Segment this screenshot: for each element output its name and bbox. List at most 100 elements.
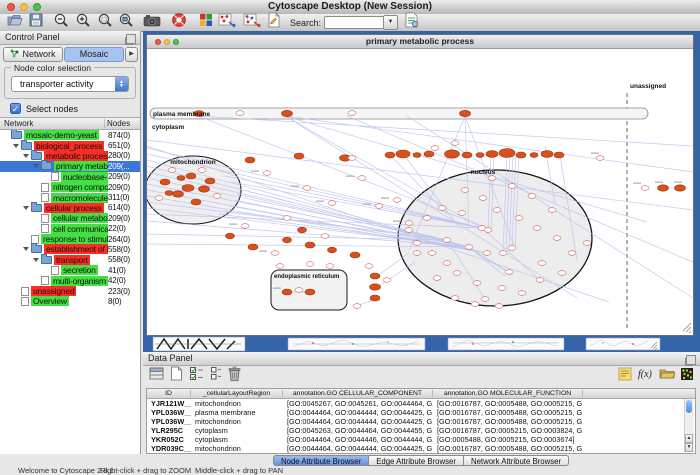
create-attribute-icon[interactable] <box>170 366 183 386</box>
open-session-icon[interactable] <box>7 12 23 33</box>
tab-scroll-right-button[interactable]: ▶ <box>125 47 138 62</box>
minimized-window-thumbnail[interactable] <box>153 337 245 351</box>
table-scrollbar[interactable]: ▲ ▼ <box>684 399 694 452</box>
snapshot-icon[interactable] <box>143 12 162 33</box>
search-dropdown-button[interactable]: ▼ <box>384 15 398 30</box>
select-nodes-checkbox[interactable]: ✓ <box>10 103 21 114</box>
table-row[interactable]: YPL036W__1mitochondrion[GO:0044464, GO:0… <box>147 417 695 426</box>
zoom-in-icon[interactable] <box>75 12 91 33</box>
search-options-icon[interactable] <box>404 12 419 33</box>
main-toolbar: Search: ▼ <box>0 14 700 32</box>
tree-item[interactable]: metabolic process280(0) <box>0 151 140 161</box>
disclosure-triangle-icon[interactable] <box>33 164 39 168</box>
folder-icon <box>31 204 42 212</box>
tree-item[interactable]: cellular process614(0) <box>0 203 140 213</box>
data-panel: Data Panel f(x) ID _cellularLayoutRegion… <box>143 352 700 466</box>
svg-text:f(x): f(x) <box>638 369 653 380</box>
scroll-down-button[interactable]: ▼ <box>685 443 693 452</box>
tree-item[interactable]: transport558(0) <box>0 255 140 265</box>
vizmapper-icon[interactable] <box>199 13 213 32</box>
folder-icon <box>41 162 52 170</box>
tree-item[interactable]: nitrogen compo209(0) <box>0 182 140 192</box>
table-row[interactable]: YPL036W__2plasma membrane[GO:0044464, GO… <box>147 408 695 417</box>
tree-item[interactable]: Overview8(0) <box>0 296 140 306</box>
minimized-window-thumbnail[interactable] <box>448 338 564 350</box>
tree-header: Network Nodes <box>0 117 140 130</box>
tree-item[interactable]: mosaic-demo-yeast874(0) <box>0 130 140 140</box>
import-attributes-icon[interactable] <box>659 367 675 385</box>
document-icon <box>21 287 29 296</box>
nucleus-region <box>398 170 592 306</box>
minimized-window-thumbnail[interactable] <box>288 338 425 350</box>
float-panel-icon[interactable] <box>126 34 136 44</box>
attribute-table-header: ID _cellularLayoutRegion annotation.GO C… <box>147 389 695 399</box>
disclosure-triangle-icon[interactable] <box>23 247 29 251</box>
network-view-title: primary metabolic process <box>147 35 693 48</box>
scroll-up-button[interactable]: ▲ <box>685 434 693 443</box>
select-attributes-icon[interactable] <box>189 366 204 386</box>
folder-icon <box>21 142 32 150</box>
float-panel-icon[interactable] <box>686 355 696 365</box>
tab-mosaic[interactable]: Mosaic <box>64 47 124 62</box>
zoom-button[interactable] <box>173 39 179 45</box>
document-icon <box>41 183 49 192</box>
table-row[interactable]: YDR039C__1mitochondrion[GO:0044464, GO:0… <box>147 444 695 453</box>
zoom-selected-icon[interactable] <box>97 12 113 33</box>
zoom-out-icon[interactable] <box>53 12 69 33</box>
overlay-network-a-icon[interactable] <box>218 12 237 33</box>
minimized-window-thumbnail[interactable] <box>586 338 660 350</box>
formula-builder-icon[interactable]: f(x) <box>637 367 654 385</box>
document-icon <box>31 235 39 244</box>
attribute-matrix-icon[interactable] <box>680 367 694 386</box>
tree-item[interactable]: secretion41(0) <box>0 265 140 275</box>
close-button[interactable] <box>155 39 161 45</box>
disclosure-triangle-icon[interactable] <box>33 258 39 262</box>
tree-item[interactable]: macromolecule311(0) <box>0 192 140 202</box>
plasma-membrane-label: plasma membrane <box>153 111 210 118</box>
attribute-table[interactable]: ID _cellularLayoutRegion annotation.GO C… <box>146 388 696 454</box>
tree-item[interactable]: unassigned223(0) <box>0 286 140 296</box>
disclosure-triangle-icon[interactable] <box>23 154 29 158</box>
tab-network[interactable]: Network <box>3 47 63 62</box>
folder-icon <box>31 245 42 253</box>
tree-item[interactable]: biological_process651(0) <box>0 140 140 150</box>
data-panel-toolbar: f(x) <box>149 367 694 385</box>
annotation-note-icon[interactable] <box>618 367 632 386</box>
disclosure-triangle-icon[interactable] <box>23 206 29 210</box>
tree-item[interactable]: multi-organism pro42(0) <box>0 275 140 285</box>
data-panel-title: Data Panel <box>148 353 193 363</box>
search-input[interactable] <box>324 16 384 29</box>
tree-item[interactable]: response to stimulu264(0) <box>0 234 140 244</box>
node-color-dropdown[interactable]: transporter activity ▲▼ <box>11 76 129 92</box>
tree-item[interactable]: cell communicat22(0) <box>0 224 140 234</box>
mdi-desktop: primary metabolic process <box>143 31 700 352</box>
minimized-windows-strip <box>143 336 700 352</box>
overlay-network-b-icon[interactable] <box>243 12 262 33</box>
unselect-attributes-icon[interactable] <box>210 366 222 386</box>
help-icon[interactable] <box>171 12 187 33</box>
network-view-titlebar[interactable]: primary metabolic process <box>147 35 693 49</box>
table-row[interactable]: YJR121W__1mitochondrion[GO:0045267, GO:0… <box>147 399 695 408</box>
column-layout-icon[interactable] <box>149 366 164 386</box>
zoom-fit-icon[interactable] <box>118 12 134 33</box>
document-icon <box>41 276 49 285</box>
minimize-button[interactable] <box>164 39 170 45</box>
resize-grip-icon[interactable] <box>683 323 691 333</box>
folder-icon <box>11 131 22 139</box>
network-view-window[interactable]: primary metabolic process <box>146 34 694 336</box>
nucleus-label: nucleus <box>471 169 496 176</box>
disclosure-triangle-icon[interactable] <box>13 144 19 148</box>
delete-attribute-icon[interactable] <box>228 366 241 386</box>
data-panel-header: Data Panel <box>143 352 700 366</box>
scrollbar-thumb[interactable] <box>686 400 692 413</box>
document-icon <box>41 224 49 233</box>
table-row[interactable]: YKR052Ccytoplasm[GO:0044464, GO:0044446,… <box>147 435 695 444</box>
tree-item[interactable]: cellular metabo209(0) <box>0 213 140 223</box>
tree-item-selected[interactable]: primary metabo209(... <box>0 161 140 171</box>
tree-item[interactable]: establishment of lo558(0) <box>0 244 140 254</box>
tree-item[interactable]: nucleobase-209(0) <box>0 172 140 182</box>
network-canvas[interactable]: plasma membrane cytoplasm mitochondrion … <box>147 48 693 335</box>
save-session-icon[interactable] <box>28 12 44 33</box>
annotation-icon[interactable] <box>267 12 281 33</box>
table-row[interactable]: YLR295Ccytoplasm[GO:0045263, GO:0044464,… <box>147 426 695 435</box>
